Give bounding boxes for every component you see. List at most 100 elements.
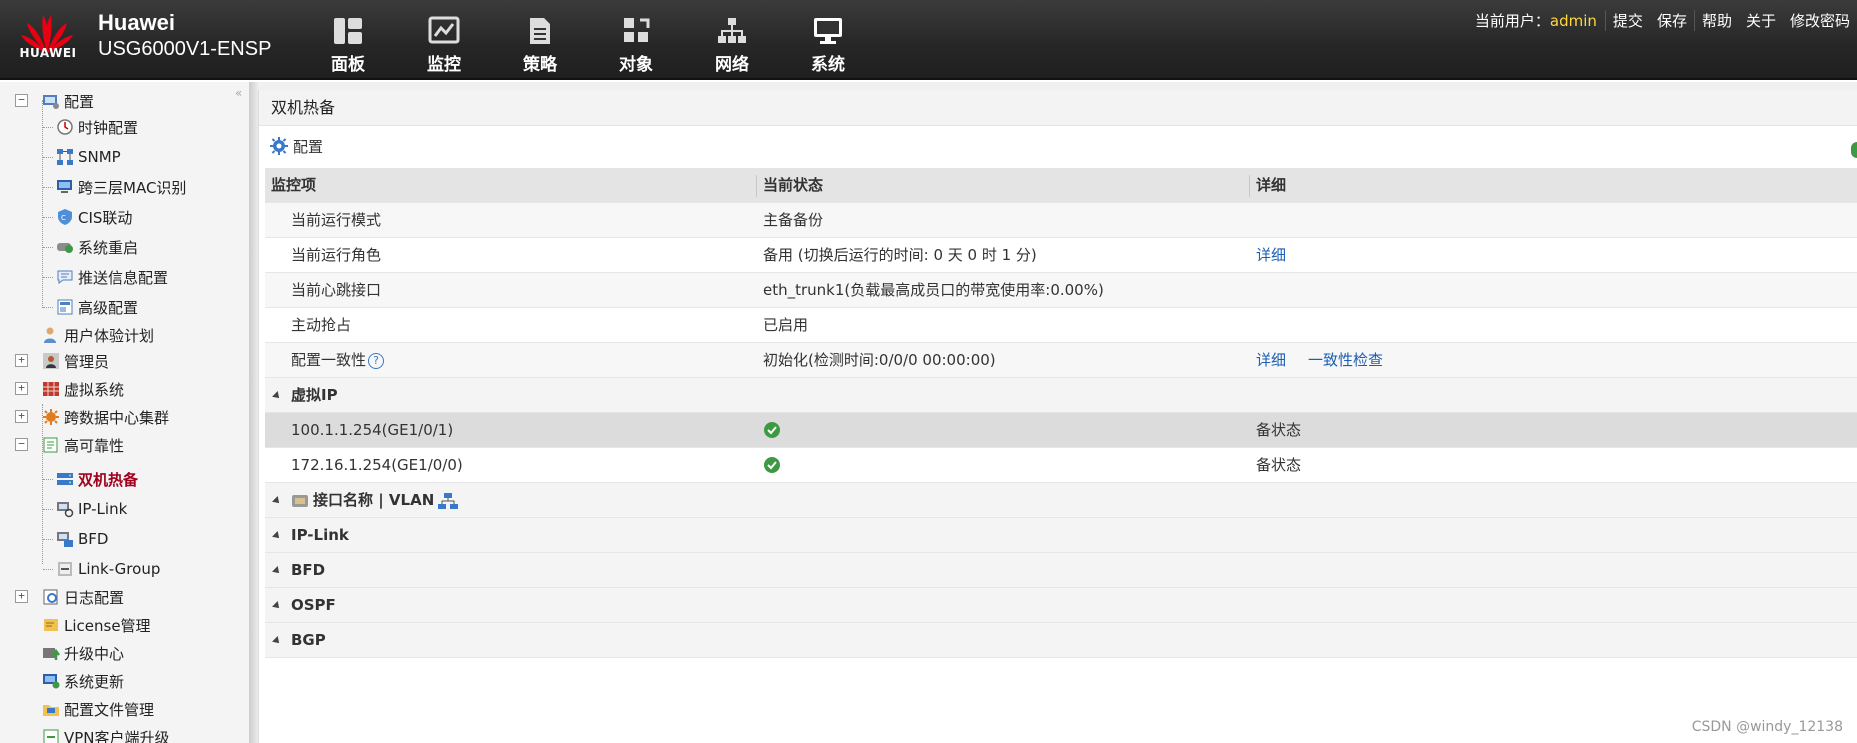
sidebar-item-snmp[interactable]: SNMP bbox=[56, 144, 121, 170]
group-label: 接口名称 | VLAN bbox=[313, 491, 435, 509]
hot-standby-panel: 双机热备 配置 监控项 当前状态 详细 当前运行模式 主备备份 当前运行角色 备… bbox=[258, 90, 1857, 743]
nav-system[interactable]: 系统 bbox=[780, 0, 876, 80]
config-button[interactable]: 配置 bbox=[269, 130, 323, 162]
nav-monitor[interactable]: 监控 bbox=[396, 0, 492, 80]
table-row[interactable]: 172.16.1.254(GE1/0/0) 备状态 bbox=[265, 448, 1857, 483]
column-divider[interactable] bbox=[756, 175, 757, 197]
group-virtual-ip[interactable]: 虚拟IP bbox=[265, 378, 1857, 413]
license-icon bbox=[44, 619, 58, 631]
sidebar-item-license[interactable]: License管理 bbox=[42, 612, 151, 638]
upgrade-center-icon bbox=[43, 648, 60, 660]
cis-link-icon: C bbox=[58, 209, 72, 225]
link-group-icon bbox=[58, 562, 72, 576]
log-config-icon bbox=[43, 589, 58, 605]
sidebar-item-link-group[interactable]: Link-Group bbox=[56, 556, 160, 582]
sidebar-splitter[interactable] bbox=[250, 82, 258, 743]
expand-toggle[interactable]: + bbox=[15, 382, 28, 395]
column-divider[interactable] bbox=[1249, 175, 1250, 197]
consistency-check-link[interactable]: 一致性检查 bbox=[1308, 351, 1383, 369]
save-link[interactable]: 保存 bbox=[1650, 10, 1694, 31]
user-experience-icon bbox=[44, 327, 56, 343]
object-icon bbox=[624, 18, 650, 42]
config-file-icon bbox=[43, 705, 59, 716]
sidebar-item-virtual-system[interactable]: 虚拟系统 bbox=[42, 376, 124, 402]
sidebar-item-system-update[interactable]: 系统更新 bbox=[42, 668, 124, 694]
sidebar-item-mac-identify[interactable]: 跨三层MAC识别 bbox=[56, 174, 186, 200]
collapse-toggle[interactable]: − bbox=[15, 438, 28, 451]
nav-label: 系统 bbox=[811, 55, 845, 75]
sidebar-item-restart[interactable]: 系统重启 bbox=[56, 234, 138, 260]
nav-dashboard[interactable]: 面板 bbox=[300, 0, 396, 80]
nav-label: 监控 bbox=[427, 55, 461, 75]
group-bgp[interactable]: BGP bbox=[265, 623, 1857, 658]
device-brand: Huawei USG6000V1-ENSP bbox=[98, 10, 271, 61]
detail-link[interactable]: 详细 bbox=[1256, 351, 1286, 369]
sidebar-item-admin[interactable]: 管理员 bbox=[42, 348, 109, 374]
nav-network[interactable]: 网络 bbox=[684, 0, 780, 80]
group-bfd[interactable]: BFD bbox=[265, 553, 1857, 588]
monitor-item: 当前心跳接口 bbox=[291, 281, 382, 299]
restart-icon bbox=[57, 243, 73, 253]
tree-branch bbox=[43, 247, 53, 248]
sidebar-item-upgrade-center[interactable]: 升级中心 bbox=[42, 640, 124, 666]
tree-branch bbox=[43, 187, 53, 188]
change-password-link[interactable]: 修改密码 bbox=[1783, 10, 1857, 31]
about-link[interactable]: 关于 bbox=[1739, 10, 1783, 31]
collapse-toggle[interactable]: − bbox=[15, 94, 28, 107]
sidebar-item-hot-standby[interactable]: 双机热备 bbox=[56, 466, 138, 492]
sidebar-item-push-message[interactable]: 推送信息配置 bbox=[56, 264, 168, 290]
sidebar-item-vpn-upgrade[interactable]: VPN客户端升级 bbox=[42, 724, 170, 743]
group-ip-link[interactable]: IP-Link bbox=[265, 518, 1857, 553]
sidebar-item-cluster[interactable]: 跨数据中心集群 bbox=[42, 404, 169, 430]
table-row: 配置一致性? 初始化(检测时间:0/0/0 00:00:00) 详细 一致性检查 bbox=[265, 343, 1857, 378]
snmp-icon bbox=[57, 149, 73, 165]
commit-link[interactable]: 提交 bbox=[1604, 10, 1650, 31]
sidebar-item-ip-link[interactable]: IP-Link bbox=[56, 496, 127, 522]
tree-branch bbox=[43, 157, 53, 158]
group-label: BFD bbox=[291, 561, 326, 579]
group-interface-vlan[interactable]: 接口名称 | VLAN bbox=[265, 483, 1857, 518]
user-toolbar: 当前用户： admin 提交 保存 帮助 关于 修改密码 bbox=[1475, 10, 1857, 31]
clock-icon bbox=[57, 119, 73, 135]
sidebar-item-user-experience[interactable]: 用户体验计划 bbox=[42, 322, 154, 348]
cluster-icon bbox=[43, 409, 59, 425]
table-row: 当前运行模式 主备备份 bbox=[265, 203, 1857, 238]
sidebar-collapse-button[interactable]: « bbox=[235, 86, 242, 100]
sidebar-item-config-file[interactable]: 配置文件管理 bbox=[42, 696, 154, 722]
dashboard-icon bbox=[334, 18, 362, 44]
help-link[interactable]: 帮助 bbox=[1693, 10, 1739, 31]
column-header: 当前状态 bbox=[763, 176, 824, 194]
sidebar-item-cis[interactable]: C CIS联动 bbox=[56, 204, 132, 230]
backup-state: 备状态 bbox=[1256, 456, 1302, 474]
sidebar-item-clock[interactable]: 时钟配置 bbox=[56, 114, 138, 140]
system-update-icon bbox=[43, 674, 60, 689]
sidebar-tree: − 配置 时钟配置 SNMP 跨三层MAC识别 C CIS联动 系统重启 推送信… bbox=[0, 82, 250, 743]
expand-toggle[interactable]: + bbox=[15, 354, 28, 367]
sidebar-item-advanced[interactable]: 高级配置 bbox=[56, 294, 138, 320]
table-row: 当前心跳接口 eth_trunk1(负载最高成员口的带宽使用率:0.00%) bbox=[265, 273, 1857, 308]
nav-policy[interactable]: 策略 bbox=[492, 0, 588, 80]
sidebar-item-config[interactable]: 配置 bbox=[42, 88, 94, 114]
nav-label: 策略 bbox=[523, 55, 557, 75]
column-header: 监控项 bbox=[271, 176, 317, 194]
detail-link[interactable]: 详细 bbox=[1256, 246, 1286, 264]
sidebar-item-high-reliability[interactable]: 高可靠性 bbox=[42, 432, 124, 458]
nav-label: 面板 bbox=[331, 55, 365, 75]
expand-toggle[interactable]: + bbox=[15, 410, 28, 423]
group-ospf[interactable]: OSPF bbox=[265, 588, 1857, 623]
nav-object[interactable]: 对象 bbox=[588, 0, 684, 80]
group-label: OSPF bbox=[291, 596, 336, 614]
tree-branch bbox=[43, 539, 53, 540]
table-header: 监控项 当前状态 详细 bbox=[265, 168, 1857, 203]
sidebar-item-bfd[interactable]: BFD bbox=[56, 526, 108, 552]
help-icon[interactable]: ? bbox=[368, 352, 385, 369]
sidebar-item-log-config[interactable]: 日志配置 bbox=[42, 584, 124, 610]
current-status: 备用 (切换后运行的时间: 0 天 0 时 1 分) bbox=[763, 246, 1037, 264]
vpn-upgrade-icon bbox=[43, 729, 59, 743]
detail-cell: 详细 一致性检查 bbox=[1256, 343, 1405, 378]
hot-standby-icon bbox=[57, 473, 73, 485]
expand-toggle[interactable]: + bbox=[15, 590, 28, 603]
virtual-ip: 172.16.1.254(GE1/0/0) bbox=[291, 456, 463, 474]
group-label: BGP bbox=[291, 631, 326, 649]
table-row[interactable]: 100.1.1.254(GE1/0/1) 备状态 bbox=[265, 413, 1857, 448]
